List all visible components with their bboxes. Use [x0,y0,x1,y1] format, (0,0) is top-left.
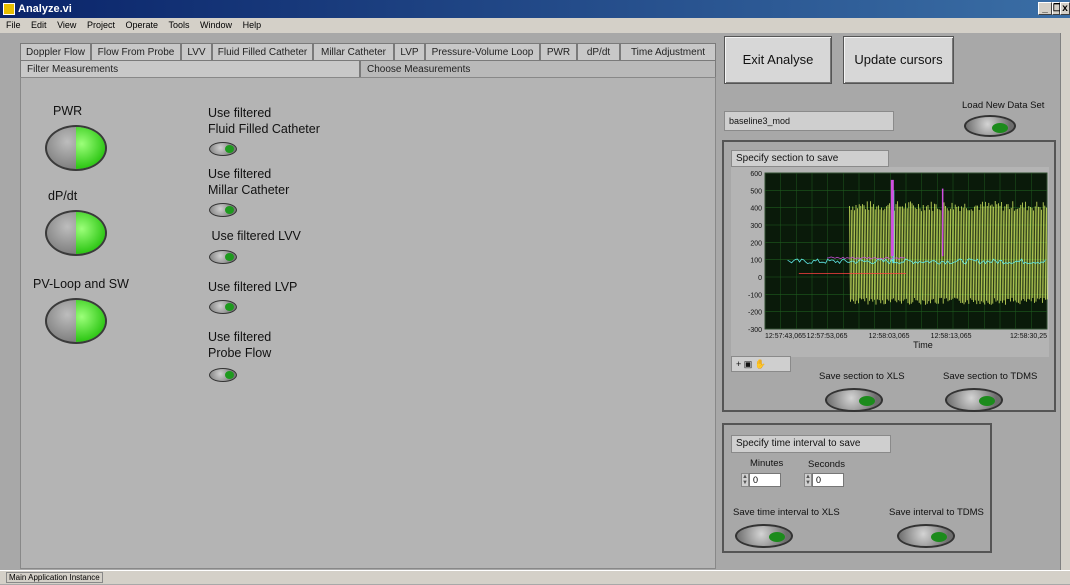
filter-probe-line1: Use filtered [208,330,272,344]
x-tick-label: 12:57:43,065 [765,333,806,340]
y-tick-label: 600 [750,171,762,178]
seconds-spinner[interactable]: ▲ ▼ [804,473,812,487]
y-tick-label: 100 [750,258,762,265]
section-title: Specify section to save [731,150,889,167]
y-tick-label: 200 [750,240,762,247]
minimize-button[interactable]: _ [1038,2,1052,15]
tab-fluid-filled-catheter[interactable]: Fluid Filled Catheter [212,43,313,60]
filter-lvp-label: Use filtered LVP [208,280,298,294]
filter-lvv-label: Use filtered LVV [208,229,301,243]
seconds-input[interactable]: 0 [812,473,844,487]
x-tick-label: 12:58:13,065 [931,333,972,340]
menu-view[interactable]: View [57,20,76,30]
pwr-toggle[interactable] [45,125,107,171]
filter-millar-line1: Use filtered [208,167,272,181]
menu-edit[interactable]: Edit [31,20,47,30]
filter-probe-label: Use filtered Probe Flow [208,329,271,361]
y-tick-label: -200 [748,310,762,317]
filter-millar-label: Use filtered Millar Catheter [208,166,289,198]
filter-ffc-line1: Use filtered [208,106,272,120]
tab-doppler-flow[interactable]: Doppler Flow [20,43,91,60]
title-bar: Analyze.vi _ ❐ x [0,0,1070,18]
tab-filter-measurements[interactable]: Filter Measurements [20,60,360,77]
tab-lvv[interactable]: LVV [181,43,212,60]
seconds-label: Seconds [808,459,845,470]
y-tick-label: 300 [750,223,762,230]
exit-analyse-button[interactable]: Exit Analyse [724,36,832,84]
menu-project[interactable]: Project [87,20,115,30]
save-section-xls-button[interactable] [825,388,883,412]
filter-millar-toggle[interactable] [209,203,237,217]
load-data-set-button[interactable] [964,115,1016,137]
update-cursors-button[interactable]: Update cursors [843,36,954,84]
labview-app-icon [3,3,15,15]
tab-flow-from-probe[interactable]: Flow From Probe [91,43,181,60]
pv-loop-label: PV-Loop and SW [33,277,129,291]
vertical-scrollbar[interactable] [1060,33,1070,570]
x-tick-label: 12:58:30,25 [1010,333,1047,340]
y-tick-label: 500 [750,188,762,195]
x-tick-label: 12:57:53,065 [807,333,848,340]
tab-dpdt[interactable]: dP/dt [577,43,620,60]
menu-help[interactable]: Help [243,20,262,30]
app-instance-label: Main Application Instance [6,572,103,583]
y-tick-label: -300 [748,327,762,334]
filter-ffc-label: Use filtered Fluid Filled Catheter [208,105,320,137]
load-data-set-label: Load New Data Set [962,100,1045,111]
menu-file[interactable]: File [6,20,21,30]
filter-ffc-toggle[interactable] [209,142,237,156]
minutes-spinner[interactable]: ▲ ▼ [741,473,749,487]
waveform-chart[interactable]: 600 500 400 300 200 100 0 -100 -200 -30012:57:43,… [731,167,1049,357]
interval-title: Specify time interval to save [731,435,891,453]
filter-lvv-toggle[interactable] [209,250,237,264]
close-button[interactable]: x [1060,2,1070,15]
minutes-label: Minutes [750,458,784,469]
tab-pwr[interactable]: PWR [540,43,577,60]
y-tick-label: -100 [748,292,762,299]
menu-tools[interactable]: Tools [169,20,190,30]
tab-lvp[interactable]: LVP [394,43,425,60]
filter-probe-line2: Probe Flow [208,346,272,360]
dpdt-label: dP/dt [48,189,78,203]
dataset-filename-field[interactable]: baseline3_mod [724,111,894,131]
tab-millar-catheter[interactable]: Millar Catheter [313,43,394,60]
save-interval-tdms-button[interactable] [897,524,955,548]
dpdt-toggle[interactable] [45,210,107,256]
save-section-tdms-label: Save section to TDMS [943,371,1038,382]
pv-loop-toggle[interactable] [45,298,107,344]
y-tick-label: 0 [758,275,762,282]
menu-window[interactable]: Window [200,20,232,30]
save-interval-xls-label: Save time interval to XLS [733,507,840,518]
save-interval-xls-button[interactable] [735,524,793,548]
x-tick-label: 12:58:03,065 [869,333,910,340]
filter-millar-line2: Millar Catheter [208,183,290,197]
save-interval-tdms-label: Save interval to TDMS [889,507,984,518]
filter-lvp-toggle[interactable] [209,300,237,314]
save-section-xls-label: Save section to XLS [819,371,905,382]
status-bar: Main Application Instance [0,570,1070,584]
choose-measurements-panel [20,77,716,569]
save-section-tdms-button[interactable] [945,388,1003,412]
minutes-input[interactable]: 0 [749,473,781,487]
maximize-button[interactable]: ❐ [1052,2,1062,15]
pwr-label: PWR [53,104,83,118]
tab-choose-measurements[interactable]: Choose Measurements [360,60,716,77]
y-tick-label: 400 [750,206,762,213]
menu-operate[interactable]: Operate [125,20,158,30]
menu-bar: File Edit View Project Operate Tools Win… [0,18,1070,33]
tab-pressure-volume-loop[interactable]: Pressure-Volume Loop [425,43,540,60]
x-axis-label: Time [913,340,933,350]
window-title: Analyze.vi [18,3,72,15]
tab-time-adjustment[interactable]: Time Adjustment [620,43,716,60]
graph-palette[interactable]: + ▣ ✋ [731,356,791,372]
filter-probe-toggle[interactable] [209,368,237,382]
filter-ffc-line2: Fluid Filled Catheter [208,122,320,136]
